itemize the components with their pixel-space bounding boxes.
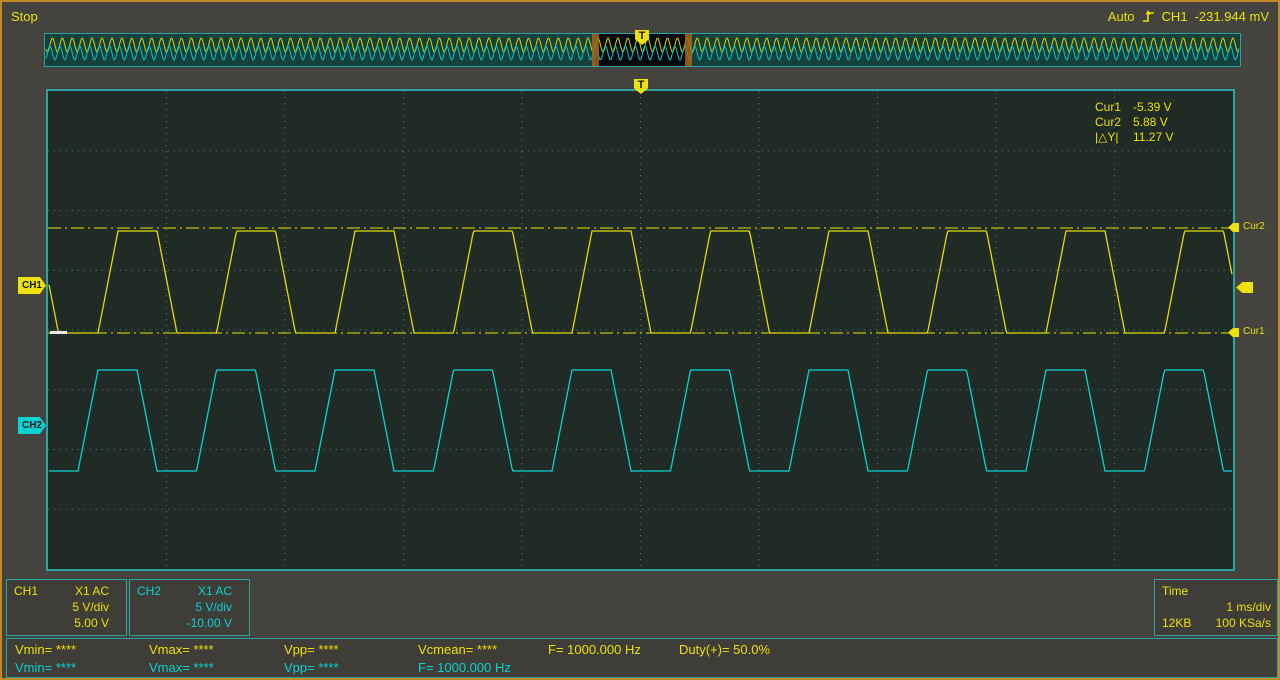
measure-ch2-freq: F= 1000.000 Hz (418, 660, 511, 675)
cur2-label: Cur2 (1095, 115, 1122, 129)
cursor1-tag-label: Cur1 (1243, 326, 1265, 337)
measurement-bar: Vmin= **** Vmax= **** Vpp= **** Vcmean= … (6, 638, 1278, 678)
time-panel-memory: 12KB (1162, 616, 1192, 630)
measure-ch1-freq: F= 1000.000 Hz (548, 642, 641, 657)
ch1-panel-row1: CH1 X1 AC (14, 583, 109, 599)
waveform-display (46, 89, 1235, 571)
ch2-panel-row1: CH2 X1 AC (137, 583, 232, 599)
oscilloscope-screen: Stop Auto CH1 -231.944 mV T T Cur1 -5.39… (0, 0, 1280, 680)
ch1-trace (48, 230, 1233, 334)
time-panel-row3: 12KB 100 KSa/s (1162, 615, 1271, 631)
measure-ch1-vmin: Vmin= **** (15, 642, 77, 657)
ch1-panel-coupling: X1 AC (74, 584, 109, 598)
ch2-panel-position: -10.00 V (186, 616, 232, 630)
ch2-panel-row3: -10.00 V (137, 615, 232, 631)
display-canvas (48, 91, 1233, 569)
trigger-level: -231.944 mV (1194, 8, 1269, 24)
cur2-value: 5.88 V (1133, 115, 1168, 129)
time-panel-timebase: 1 ms/div (1226, 600, 1271, 614)
ch1-panel[interactable]: CH1 X1 AC 5 V/div 5.00 V (6, 579, 127, 636)
measure-ch2-vpp: Vpp= **** (284, 660, 339, 675)
run-state[interactable]: Stop (11, 9, 38, 24)
trigger-status: Auto CH1 -231.944 mV (1108, 9, 1269, 24)
time-panel[interactable]: Time 1 ms/div 12KB 100 KSa/s (1154, 579, 1278, 636)
time-panel-title: Time (1162, 584, 1189, 598)
measure-ch2-vmax: Vmax= **** (149, 660, 214, 675)
ch1-position-badge[interactable]: CH1 (18, 277, 46, 294)
zoom-window-left-handle[interactable] (592, 34, 599, 66)
ch1-panel-scale: 5 V/div (72, 600, 109, 614)
delta-label: |△Y| (1095, 130, 1119, 144)
cursor2-tag-label: Cur2 (1243, 221, 1265, 232)
ch2-panel-coupling: X1 AC (197, 584, 232, 598)
cur1-value: -5.39 V (1133, 100, 1172, 114)
measure-ch1-vmax: Vmax= **** (149, 642, 214, 657)
cursor1-readout: Cur1 -5.39 V (1095, 100, 1173, 115)
measure-ch1-duty: Duty(+)= 50.0% (679, 642, 771, 657)
zoom-window-right-handle[interactable] (685, 34, 692, 66)
ch2-position-badge[interactable]: CH2 (18, 417, 46, 434)
ch1-panel-row3: 5.00 V (14, 615, 109, 631)
time-panel-samplerate: 100 KSa/s (1215, 616, 1271, 630)
grid-lines (48, 91, 1233, 569)
cursor2-readout: Cur2 5.88 V (1095, 115, 1173, 130)
delta-value: 11.27 V (1133, 130, 1174, 144)
ch1-panel-name: CH1 (14, 584, 39, 598)
ch1-panel-row2: 5 V/div (14, 599, 109, 615)
cur1-label: Cur1 (1095, 100, 1122, 114)
time-panel-row2: 1 ms/div (1162, 599, 1271, 615)
ch1-panel-position: 5.00 V (74, 616, 109, 630)
ch2-panel-name: CH2 (137, 584, 162, 598)
ch2-panel[interactable]: CH2 X1 AC 5 V/div -10.00 V (129, 579, 250, 636)
cursor-delta-readout: |△Y| 11.27 V (1095, 130, 1173, 145)
measure-ch2-vmin: Vmin= **** (15, 660, 77, 675)
ch1-ground-marker (50, 331, 67, 334)
trigger-edge-icon (1142, 10, 1154, 22)
trigger-source: CH1 (1161, 8, 1188, 24)
time-panel-row1: Time (1162, 583, 1271, 599)
ch2-panel-scale: 5 V/div (195, 600, 232, 614)
trigger-level-marker[interactable] (1236, 282, 1253, 293)
trigger-mode: Auto (1107, 8, 1135, 24)
measure-ch1-vcmean: Vcmean= **** (418, 642, 498, 657)
measure-ch1-vpp: Vpp= **** (284, 642, 339, 657)
top-bar: Stop Auto CH1 -231.944 mV (2, 2, 1278, 30)
ch2-panel-row2: 5 V/div (137, 599, 232, 615)
cursor-readout: Cur1 -5.39 V Cur2 5.88 V |△Y| 11.27 V (1095, 100, 1173, 145)
